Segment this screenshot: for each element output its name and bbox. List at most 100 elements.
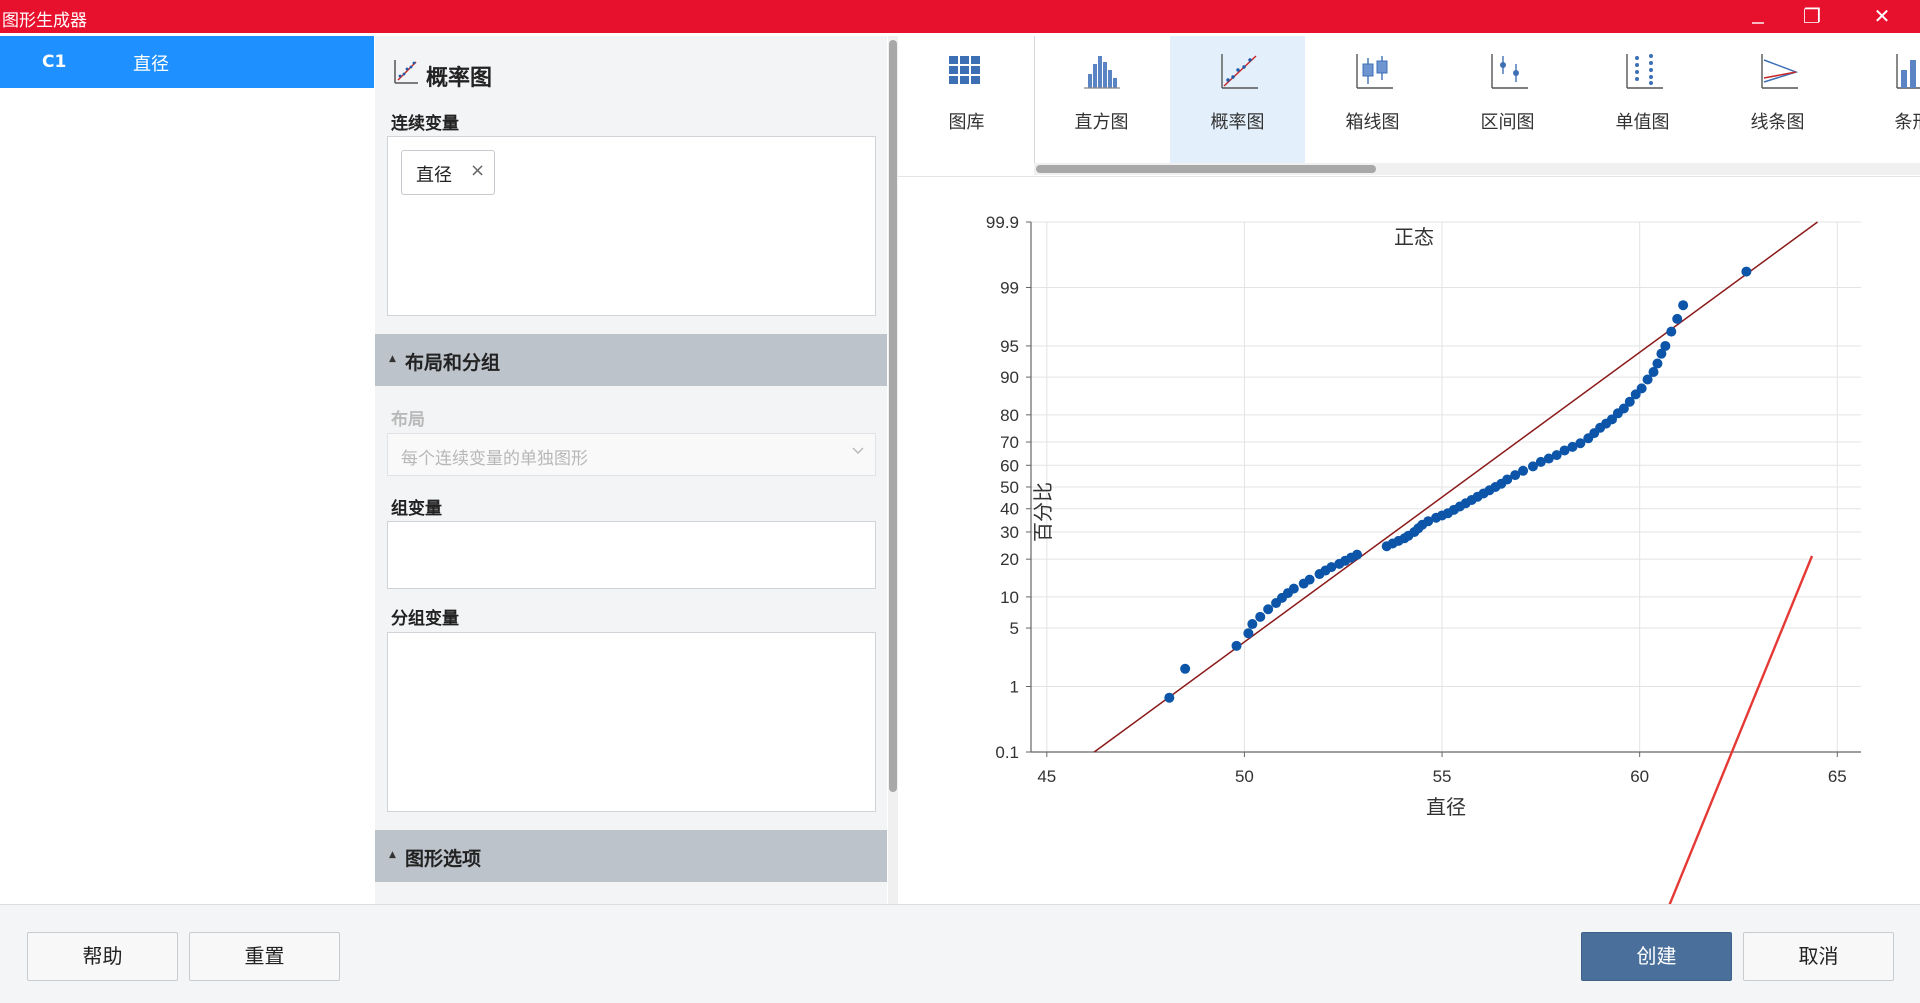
data-point <box>1652 358 1663 369</box>
settings-scrollbar[interactable] <box>888 36 898 904</box>
data-point <box>1636 383 1647 394</box>
data-point <box>1304 574 1315 585</box>
gallery-label: 箱线图 <box>1345 112 1400 133</box>
gallery-label: 条形 <box>1894 112 1920 133</box>
split-variable-label: 分组变量 <box>391 609 459 629</box>
gallery-label: 线条图 <box>1750 112 1805 133</box>
individual-value-plot-icon <box>1626 54 1663 89</box>
layout-group-title: 布局和分组 <box>405 352 501 374</box>
cancel-button[interactable]: 取消 <box>1743 932 1894 981</box>
graph-options-title: 图形选项 <box>405 848 482 870</box>
data-point <box>1660 340 1671 351</box>
y-tick-label: 1 <box>1010 677 1019 696</box>
column-id: C1 <box>42 52 67 72</box>
window-title: 图形生成器 <box>2 11 87 31</box>
y-tick-label: 90 <box>1000 368 1019 387</box>
y-tick-label: 60 <box>1000 456 1019 475</box>
continuous-variable-label: 连续变量 <box>391 114 459 134</box>
probability-plot-icon <box>1221 54 1258 89</box>
data-point <box>1164 692 1175 703</box>
y-axis-label: 百分比 <box>1032 482 1055 542</box>
x-tick-label: 65 <box>1828 767 1847 786</box>
grid-icon <box>949 56 980 84</box>
probability-plot-icon <box>394 60 418 84</box>
y-tick-label: 80 <box>1000 406 1019 425</box>
gallery-item-gallery[interactable]: 图库 <box>899 36 1034 164</box>
y-tick-label: 99 <box>1000 279 1019 298</box>
y-tick-label: 99.9 <box>986 213 1019 232</box>
data-point <box>1231 640 1242 651</box>
minimize-icon <box>1752 21 1764 24</box>
column-row-c1[interactable]: C1 直径 <box>0 36 374 88</box>
x-axis-label: 直径 <box>1426 796 1466 819</box>
probability-plot: 正态 0.1 1 5 10 20 30 40 50 60 70 80 90 95 99 99.9 45 50 55… <box>986 213 1861 904</box>
data-point <box>1247 619 1258 630</box>
remove-variable-icon[interactable]: × <box>470 160 485 181</box>
y-tick-label: 50 <box>1000 478 1019 497</box>
gallery-scrollbar[interactable] <box>1034 163 1920 175</box>
create-button[interactable]: 创建 <box>1581 932 1732 981</box>
gallery-item-line[interactable]: 线条图 <box>1710 36 1845 164</box>
group-variable-box[interactable] <box>387 521 876 589</box>
data-point <box>1180 663 1191 674</box>
gallery-item-boxplot[interactable]: 箱线图 <box>1305 36 1440 164</box>
gallery-item-interval[interactable]: 区间图 <box>1440 36 1575 164</box>
y-tick-label: 20 <box>1000 550 1019 569</box>
collapse-triangle-icon: ▲ <box>389 354 396 364</box>
title-bar: 图形生成器 ❐ ✕ <box>0 0 1920 33</box>
y-tick-label: 5 <box>1010 619 1019 638</box>
settings-scroll-thumb[interactable] <box>889 40 897 792</box>
gallery-item-bar[interactable]: 条形 <box>1845 36 1920 164</box>
y-tick-label: 40 <box>1000 500 1019 519</box>
help-button[interactable]: 帮助 <box>27 932 178 981</box>
collapse-triangle-icon: ▲ <box>389 850 396 860</box>
column-name: 直径 <box>133 54 169 75</box>
x-tick-label: 45 <box>1037 767 1056 786</box>
histogram-icon <box>1084 56 1120 89</box>
variable-chip-label: 直径 <box>416 165 452 186</box>
data-point <box>1518 465 1529 476</box>
section-title: 概率图 <box>426 66 493 91</box>
gallery-item-histogram[interactable]: 直方图 <box>1034 36 1169 164</box>
layout-label: 布局 <box>391 410 425 430</box>
y-tick-label: 30 <box>1000 523 1019 542</box>
group-variable-label: 组变量 <box>391 499 442 519</box>
chart-title: 正态 <box>1394 226 1434 249</box>
y-tick-label: 95 <box>1000 337 1019 356</box>
gallery-label: 直方图 <box>1074 112 1129 133</box>
gallery-label: 单值图 <box>1615 112 1670 133</box>
layout-select[interactable]: 每个连续变量的单独图形 <box>387 433 876 476</box>
gallery-item-individual[interactable]: 单值图 <box>1575 36 1710 164</box>
data-point <box>1263 604 1274 615</box>
x-tick-label: 50 <box>1235 767 1254 786</box>
annotation-arrow-line <box>1668 555 1814 904</box>
bar-chart-icon <box>1896 54 1920 89</box>
layout-group-header[interactable]: ▲ 布局和分组 <box>375 334 887 386</box>
data-point <box>1255 611 1266 622</box>
split-variable-box[interactable] <box>387 632 876 812</box>
data-point <box>1288 583 1299 594</box>
data-point <box>1672 313 1683 324</box>
restore-button[interactable]: ❐ <box>1787 0 1837 33</box>
variable-chip[interactable]: 直径 × <box>401 150 495 195</box>
interval-plot-icon <box>1491 54 1528 89</box>
restore-icon: ❐ <box>1803 4 1821 28</box>
gallery-scroll-thumb[interactable] <box>1036 165 1376 173</box>
data-point <box>1352 549 1363 560</box>
gallery-item-probability[interactable]: 概率图 <box>1170 36 1305 164</box>
gallery-label: 图库 <box>948 112 985 133</box>
data-point <box>1243 628 1254 639</box>
gallery-label: 区间图 <box>1480 112 1535 133</box>
y-tick-label: 70 <box>1000 433 1019 452</box>
close-button[interactable]: ✕ <box>1857 0 1907 33</box>
minimize-button[interactable] <box>1733 0 1783 33</box>
data-point <box>1678 300 1689 311</box>
graph-options-header[interactable]: ▲ 图形选项 <box>375 830 887 882</box>
layout-select-value: 每个连续变量的单独图形 <box>401 449 588 469</box>
line-plot-icon <box>1761 54 1799 89</box>
reset-button[interactable]: 重置 <box>189 932 340 981</box>
data-point <box>1741 266 1752 277</box>
x-tick-label: 60 <box>1630 767 1649 786</box>
boxplot-icon <box>1356 54 1393 89</box>
y-tick-label: 0.1 <box>995 743 1019 762</box>
